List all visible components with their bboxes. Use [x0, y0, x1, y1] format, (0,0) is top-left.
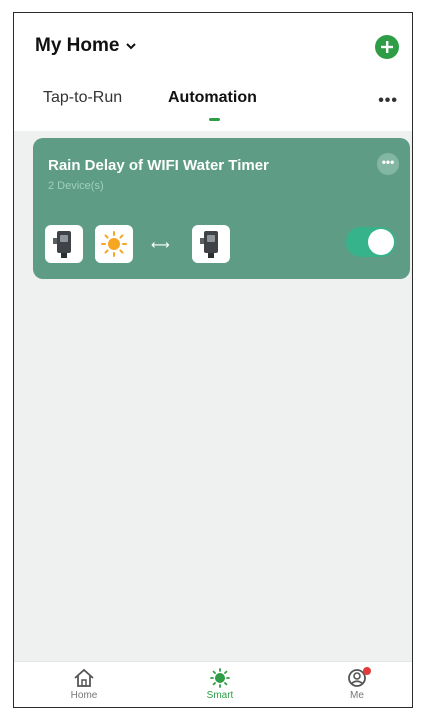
- condition-device-tile: [45, 225, 83, 263]
- add-button[interactable]: [375, 35, 399, 59]
- water-timer-device-icon: [200, 231, 218, 258]
- tab-tap-to-run[interactable]: Tap-to-Run: [43, 89, 122, 107]
- notification-badge: [363, 667, 371, 675]
- flow-arrow-icon: ⟷: [151, 237, 170, 252]
- chevron-down-icon: [126, 43, 137, 50]
- home-selector[interactable]: My Home: [35, 35, 137, 57]
- tab-automation[interactable]: Automation: [168, 89, 257, 107]
- app-screen: My Home Tap-to-Run Automation ••• Rain D…: [13, 12, 413, 708]
- condition-weather-tile: [95, 225, 133, 263]
- home-title: My Home: [35, 35, 120, 56]
- card-more-button[interactable]: •••: [377, 153, 399, 175]
- nav-smart[interactable]: Smart: [190, 668, 250, 701]
- nav-home-label: Home: [70, 690, 98, 701]
- automation-card[interactable]: Rain Delay of WIFI Water Timer 2 Device(…: [33, 138, 410, 279]
- device-count: 2 Device(s): [48, 180, 104, 192]
- nav-smart-label: Smart: [206, 690, 234, 701]
- nav-me-label: Me: [350, 690, 364, 701]
- action-device-tile: [192, 225, 230, 263]
- sun-weather-icon: [101, 231, 127, 257]
- automation-title: Rain Delay of WIFI Water Timer: [48, 157, 269, 174]
- top-bar: My Home Tap-to-Run Automation •••: [14, 13, 412, 131]
- home-icon: [74, 668, 94, 687]
- water-timer-device-icon: [53, 231, 71, 258]
- smart-icon: [210, 668, 230, 688]
- plus-icon: [381, 41, 393, 53]
- active-tab-indicator: [209, 118, 220, 121]
- bottom-navigation: Home Smart Me: [14, 661, 412, 707]
- nav-me[interactable]: Me: [327, 667, 387, 701]
- more-options-button[interactable]: •••: [378, 92, 398, 110]
- nav-home[interactable]: Home: [54, 668, 114, 701]
- automation-toggle[interactable]: [346, 227, 396, 257]
- scene-tabs: Tap-to-Run Automation: [14, 89, 412, 129]
- toggle-knob: [368, 229, 394, 255]
